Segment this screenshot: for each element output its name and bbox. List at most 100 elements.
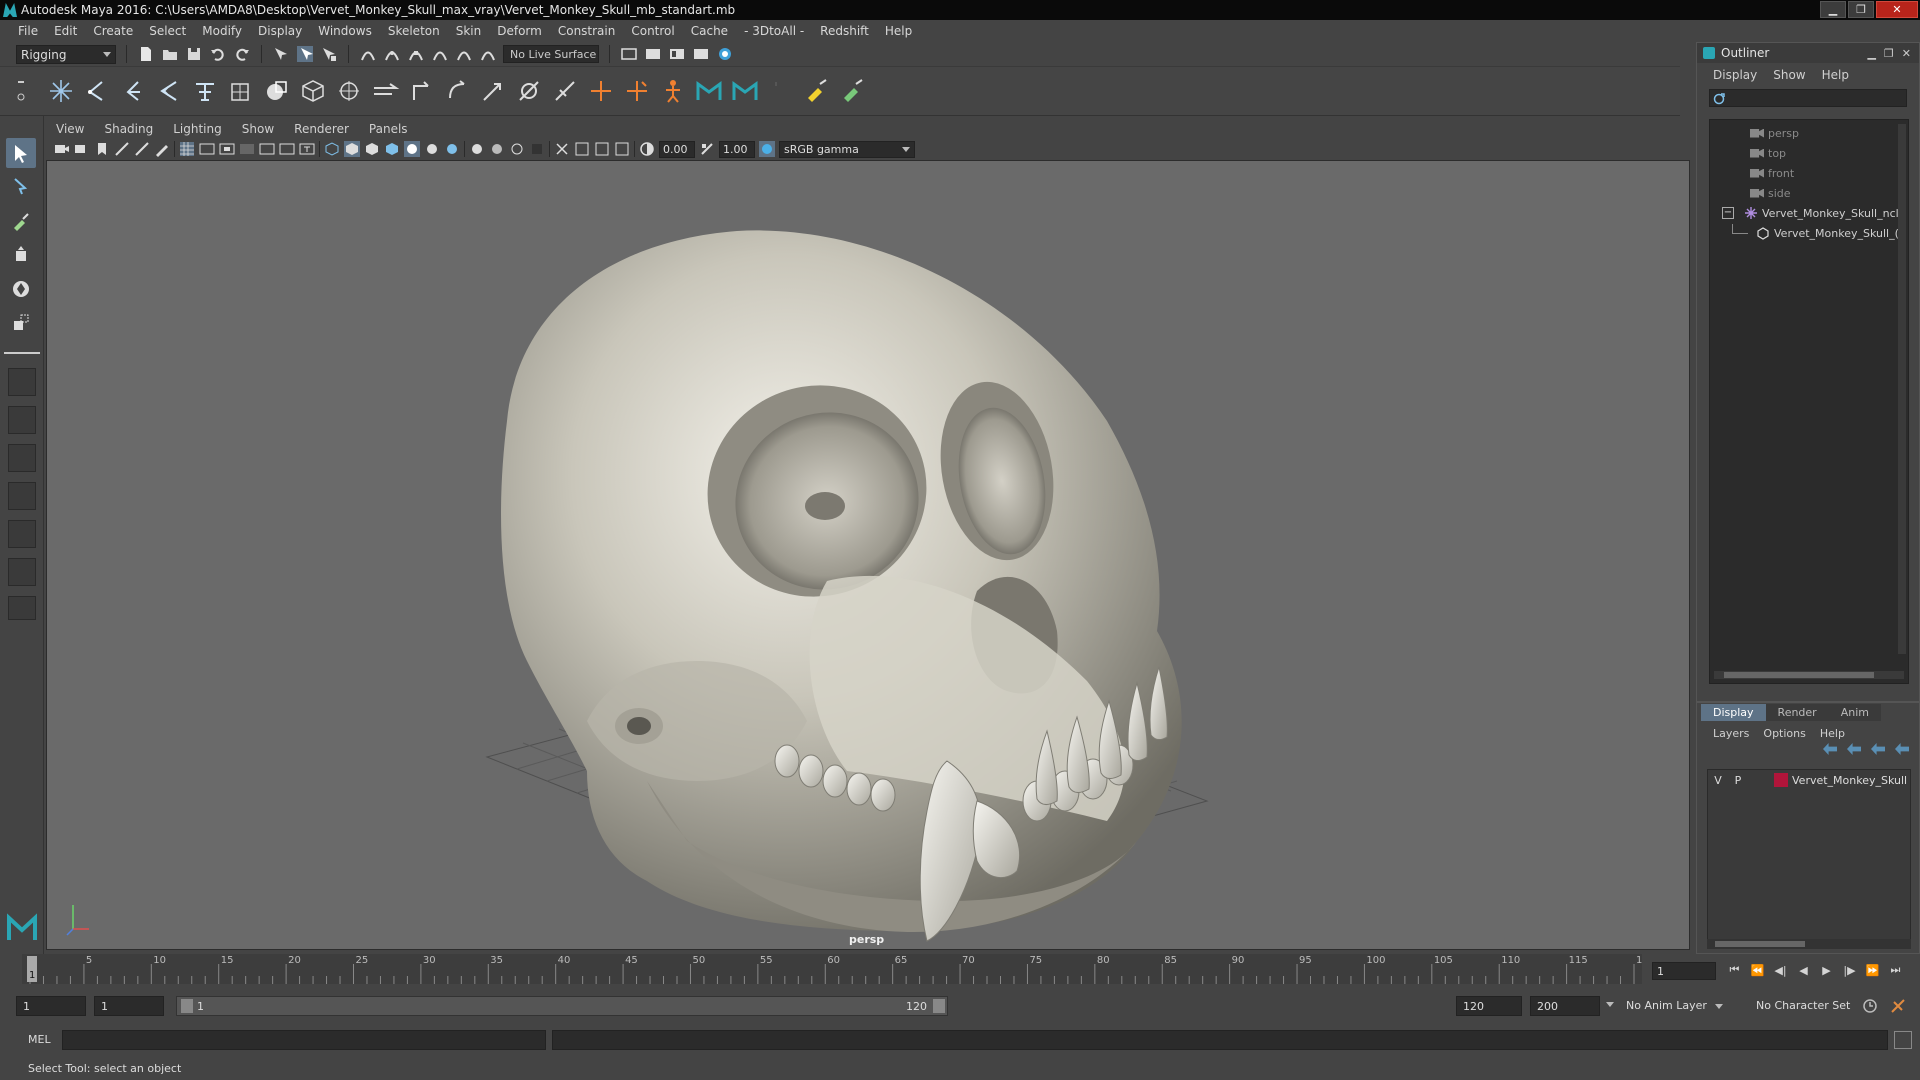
bind-skin-icon[interactable] [226,76,256,106]
menu-help[interactable]: Help [877,24,920,38]
grease-pencil-icon[interactable] [154,141,170,157]
menu-file[interactable]: File [10,24,46,38]
menu-deform[interactable]: Deform [489,24,550,38]
lasso-tool[interactable] [6,172,36,202]
exposure-field[interactable]: 0.00 [659,140,695,158]
joint-locator-icon[interactable] [622,76,652,106]
layer-menu-options[interactable]: Options [1763,727,1805,740]
menu-skeleton[interactable]: Skeleton [380,24,448,38]
snap-curve-icon[interactable] [383,45,401,63]
ipr-render-icon[interactable] [668,45,686,63]
shadows-icon[interactable] [424,141,440,157]
menu-edit[interactable]: Edit [46,24,85,38]
snap-point-icon[interactable] [407,45,425,63]
outliner-menu-help[interactable]: Help [1822,68,1849,82]
outliner-close-button[interactable]: ✕ [1902,47,1911,60]
select-object-icon[interactable] [296,45,314,63]
isolate-select-icon[interactable] [529,141,545,157]
step-forward-key-button[interactable]: ⏩ [1864,962,1881,978]
orient-joint-icon[interactable] [154,76,184,106]
hik-icon[interactable] [658,76,688,106]
shelf-tab-handle-icon[interactable] [16,75,26,109]
image-plane-icon[interactable] [114,141,130,157]
scale-tool[interactable] [6,308,36,338]
persp-uv-layout-button[interactable] [8,558,36,586]
xray-icon[interactable] [554,141,570,157]
animation-end-field[interactable]: 200 [1530,996,1600,1016]
range-end-handle[interactable] [933,999,945,1013]
scale-constraint-icon[interactable] [478,76,508,106]
layer-menu-layers[interactable]: Layers [1713,727,1749,740]
orient-constraint-icon[interactable] [442,76,472,106]
undo-icon[interactable] [209,45,227,63]
field-chart-icon[interactable] [259,141,275,157]
outliner-vertical-scrollbar[interactable] [1898,124,1906,654]
move-layer-up-icon[interactable] [1823,743,1837,755]
animation-preferences-icon[interactable] [1890,998,1906,1014]
render-view-icon[interactable] [620,45,638,63]
ik-handle-icon[interactable] [190,76,220,106]
outliner-list[interactable]: persp top front side − Vervet_Monkey_Sku… [1709,119,1909,684]
textured-icon[interactable] [384,141,400,157]
paint-skin-icon[interactable] [838,76,868,106]
single-perspective-layout-button[interactable] [8,368,36,396]
live-surface-field[interactable]: No Live Surface [503,45,599,63]
smooth-shade-icon[interactable] [344,141,360,157]
panel-menu-view[interactable]: View [46,122,94,136]
list-item[interactable]: side [1750,184,1791,202]
menu-modify[interactable]: Modify [194,24,250,38]
new-empty-layer-icon[interactable] [1871,743,1885,755]
insert-joint-icon[interactable] [82,76,112,106]
layer-menu-help[interactable]: Help [1820,727,1845,740]
outliner-minimize-button[interactable]: ▁ [1867,47,1875,60]
chevron-down-icon[interactable] [1606,1002,1614,1007]
maya-tool-icon[interactable] [694,76,724,106]
four-view-layout-button[interactable] [8,406,36,434]
ambient-occlusion-icon[interactable] [444,141,460,157]
step-back-key-button[interactable]: ⏪ [1749,962,1766,978]
2d-pan-zoom-icon[interactable] [134,141,150,157]
wireframe-icon[interactable] [324,141,340,157]
outliner-menu-show[interactable]: Show [1773,68,1805,82]
xray-joints-icon[interactable] [574,141,590,157]
layer-playback-toggle[interactable]: P [1728,774,1748,787]
character-set-dropdown[interactable]: No Character Set [1752,996,1868,1016]
render-settings-icon[interactable] [692,45,710,63]
command-input[interactable] [62,1030,546,1050]
make-live-icon[interactable] [479,45,497,63]
minimize-button[interactable]: ▁ [1820,1,1846,18]
create-joints-icon[interactable] [46,76,76,106]
aim-constraint-icon[interactable] [514,76,544,106]
outliner-horizontal-scrollbar[interactable] [1714,671,1904,679]
layer-horizontal-scrollbar[interactable] [1707,939,1911,949]
backface-culling-icon[interactable] [614,141,630,157]
menu-constrain[interactable]: Constrain [550,24,624,38]
snap-view-plane-icon[interactable] [431,45,449,63]
viewport-persp[interactable]: persp [46,160,1690,950]
outliner-search-field[interactable] [1709,89,1907,107]
menu-skin[interactable]: Skin [448,24,490,38]
persp-graph-layout-button[interactable] [8,482,36,510]
menu-select[interactable]: Select [141,24,194,38]
render-frame-icon[interactable] [644,45,662,63]
select-hierarchy-icon[interactable] [272,45,290,63]
menu-control[interactable]: Control [623,24,682,38]
play-backwards-button[interactable]: ◀ [1795,962,1812,978]
persp-outliner-layout-button[interactable] [8,444,36,472]
go-to-start-button[interactable]: ⏮ [1726,962,1743,978]
go-to-end-button[interactable]: ⏭ [1887,962,1904,978]
film-gate-icon[interactable] [199,141,215,157]
step-forward-frame-button[interactable]: |▶ [1841,962,1858,978]
hypershade-icon[interactable] [716,45,734,63]
playback-end-field[interactable]: 120 [1456,996,1522,1016]
list-item[interactable]: top [1750,144,1786,162]
panel-menu-lighting[interactable]: Lighting [163,122,232,136]
safe-action-icon[interactable] [279,141,295,157]
outliner-menu-display[interactable]: Display [1713,68,1757,82]
bookmark-icon[interactable] [94,141,110,157]
menu-windows[interactable]: Windows [310,24,380,38]
refresh-icon[interactable] [1712,92,1726,106]
motion-blur-icon[interactable] [469,141,485,157]
xray-active-icon[interactable] [594,141,610,157]
anim-layer-dropdown[interactable]: No Anim Layer [1622,996,1740,1016]
